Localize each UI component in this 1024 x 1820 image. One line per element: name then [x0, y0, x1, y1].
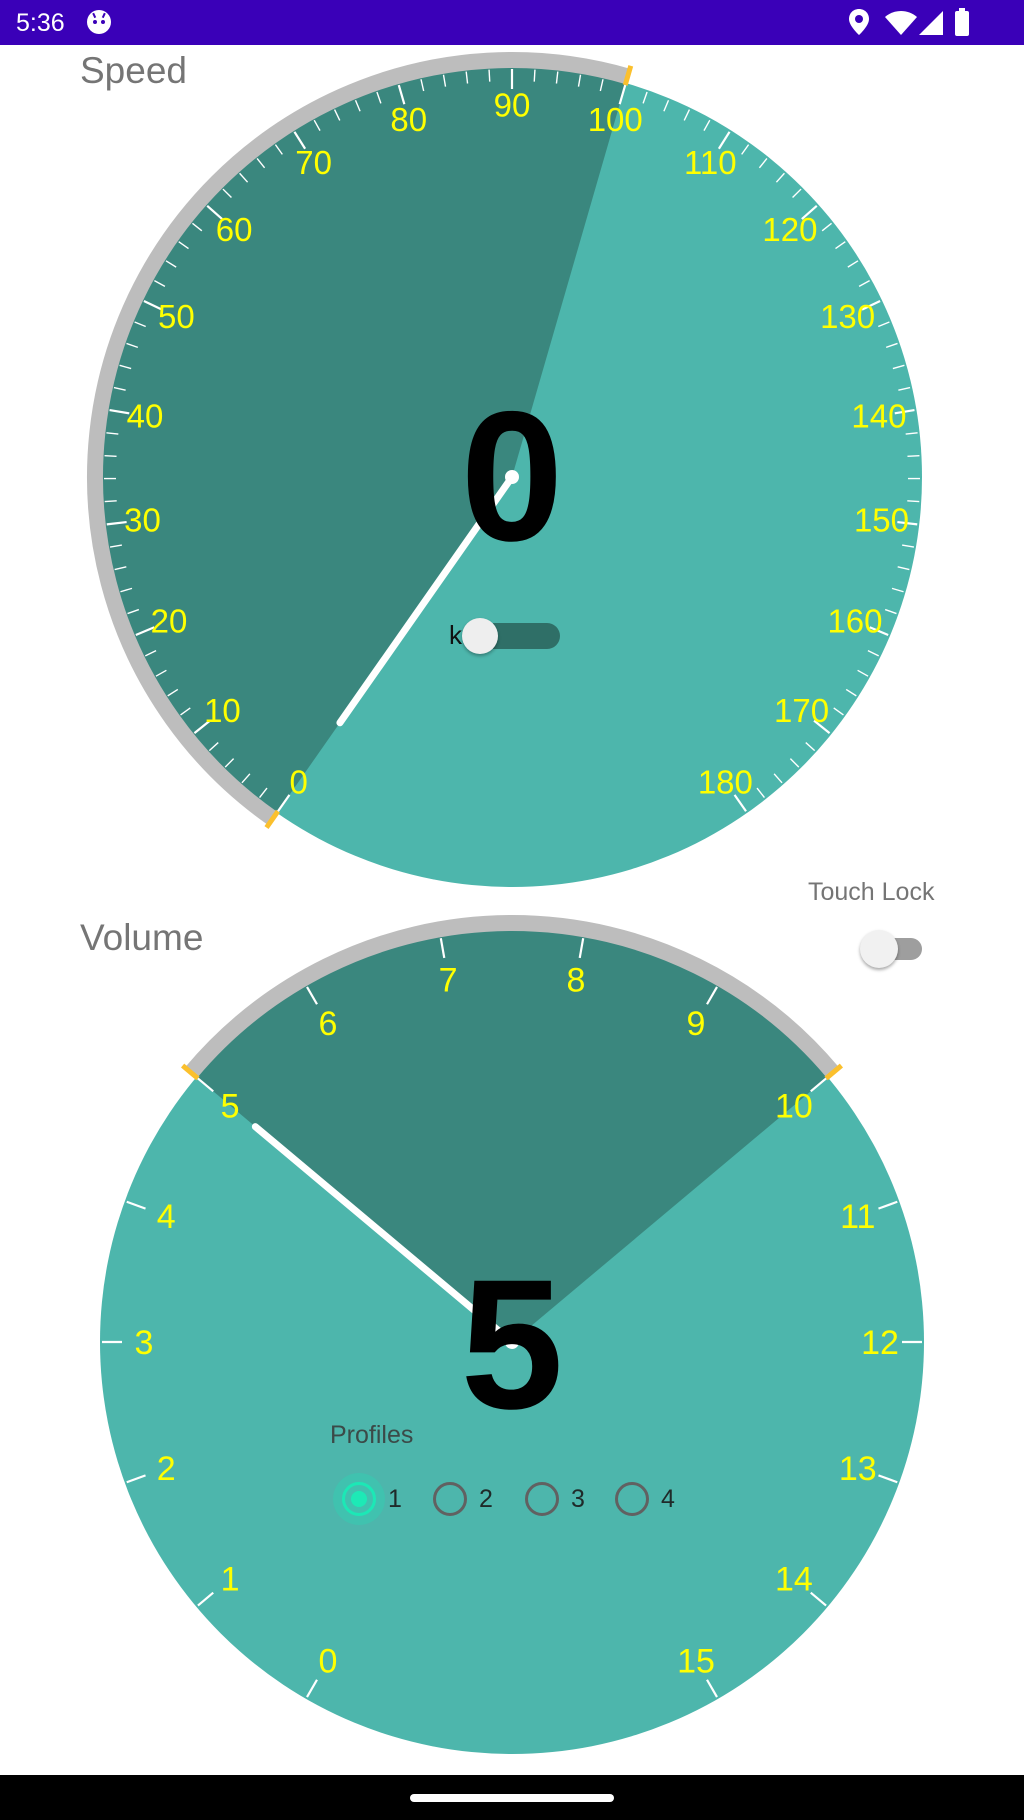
gauge-tick-label: 8: [566, 961, 585, 999]
radio-unchecked-icon: [615, 1482, 649, 1516]
gauge-tick-label: 10: [775, 1087, 813, 1125]
gauge-tick-label: 6: [319, 1005, 338, 1043]
gauge-tick-label: 5: [221, 1087, 240, 1125]
gauge-value: 5: [461, 1242, 564, 1448]
home-handle[interactable]: [410, 1794, 614, 1802]
touch-lock-label: Touch Lock: [808, 878, 935, 906]
gauge-tick-label: 13: [839, 1450, 877, 1488]
profile-radio-4[interactable]: 4: [615, 1478, 675, 1520]
profile-radio-3[interactable]: 3: [525, 1478, 585, 1520]
profile-radio-label: 4: [661, 1484, 675, 1513]
gauge-tick-label: 7: [439, 961, 458, 999]
radio-checked-icon: [333, 1473, 385, 1525]
gauge-tick-label: 9: [687, 1005, 706, 1043]
profile-radio-label: 2: [479, 1484, 493, 1513]
profile-radio-label: 3: [571, 1484, 585, 1513]
profile-radio-label: 1: [388, 1484, 402, 1513]
radio-unchecked-icon: [525, 1482, 559, 1516]
gauge-tick-label: 1: [221, 1560, 240, 1598]
gauge-tick-label: 4: [157, 1198, 176, 1236]
profile-radio-1[interactable]: 1: [333, 1473, 402, 1525]
navigation-bar: [0, 1775, 1024, 1820]
gauge-tick-label: 14: [775, 1560, 813, 1598]
touch-lock-switch-thumb: [860, 930, 898, 968]
touch-lock-switch[interactable]: [858, 928, 926, 968]
gauge-tick-label: 12: [861, 1324, 899, 1362]
gauge-tick-label: 11: [840, 1198, 875, 1236]
gauge-tick-label: 0: [319, 1643, 338, 1681]
gauge-tick-label: 2: [157, 1450, 176, 1488]
profiles-label: Profiles: [330, 1421, 414, 1449]
profile-radio-2[interactable]: 2: [433, 1478, 493, 1520]
gauge-tick-label: 15: [677, 1643, 715, 1681]
gauge-tick-label: 3: [135, 1324, 154, 1362]
radio-unchecked-icon: [433, 1482, 467, 1516]
